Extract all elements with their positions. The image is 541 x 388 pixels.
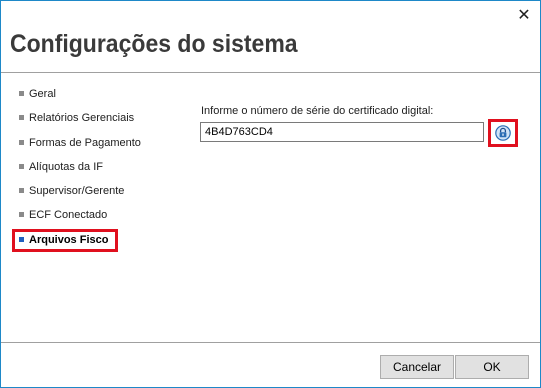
bullet-icon	[19, 211, 24, 217]
highlight-box-nav	[12, 229, 118, 252]
lock-icon	[495, 125, 511, 141]
nav-item-label: Relatórios Gerenciais	[29, 112, 135, 124]
nav-item-label: Supervisor/Gerente	[29, 185, 125, 197]
close-icon: ✕	[517, 5, 531, 24]
ok-button[interactable]: OK	[455, 355, 529, 379]
nav-item-label: Alíquotas da IF	[29, 161, 103, 173]
nav-item-relatorios-gerenciais[interactable]: Relatórios Gerenciais	[19, 109, 134, 127]
settings-dialog: ✕ Configurações do sistema Geral Relatór…	[0, 0, 541, 388]
bullet-icon	[19, 163, 24, 169]
serial-number-input[interactable]	[200, 122, 484, 142]
divider-bottom	[1, 342, 540, 343]
bullet-icon	[19, 90, 24, 96]
bullet-icon	[19, 114, 24, 120]
nav-item-formas-de-pagamento[interactable]: Formas de Pagamento	[19, 134, 141, 152]
nav-item-supervisor-gerente[interactable]: Supervisor/Gerente	[19, 182, 124, 200]
nav-item-label: Geral	[29, 88, 56, 100]
nav-item-label: ECF Conectado	[29, 209, 108, 221]
nav-item-geral[interactable]: Geral	[19, 85, 56, 103]
bullet-icon	[19, 139, 24, 145]
certificate-lock-button[interactable]	[488, 119, 518, 147]
nav-item-aliquotas-da-if[interactable]: Alíquotas da IF	[19, 158, 103, 176]
close-button[interactable]: ✕	[509, 4, 539, 26]
cancel-button[interactable]: Cancelar	[380, 355, 454, 379]
nav-item-ecf-conectado[interactable]: ECF Conectado	[19, 206, 107, 224]
nav-item-label: Formas de Pagamento	[29, 137, 141, 149]
page-title: Configurações do sistema	[10, 30, 298, 58]
certificate-label: Informe o número de série do certificado…	[201, 105, 434, 117]
bullet-icon	[19, 187, 24, 193]
divider-top	[1, 72, 540, 73]
